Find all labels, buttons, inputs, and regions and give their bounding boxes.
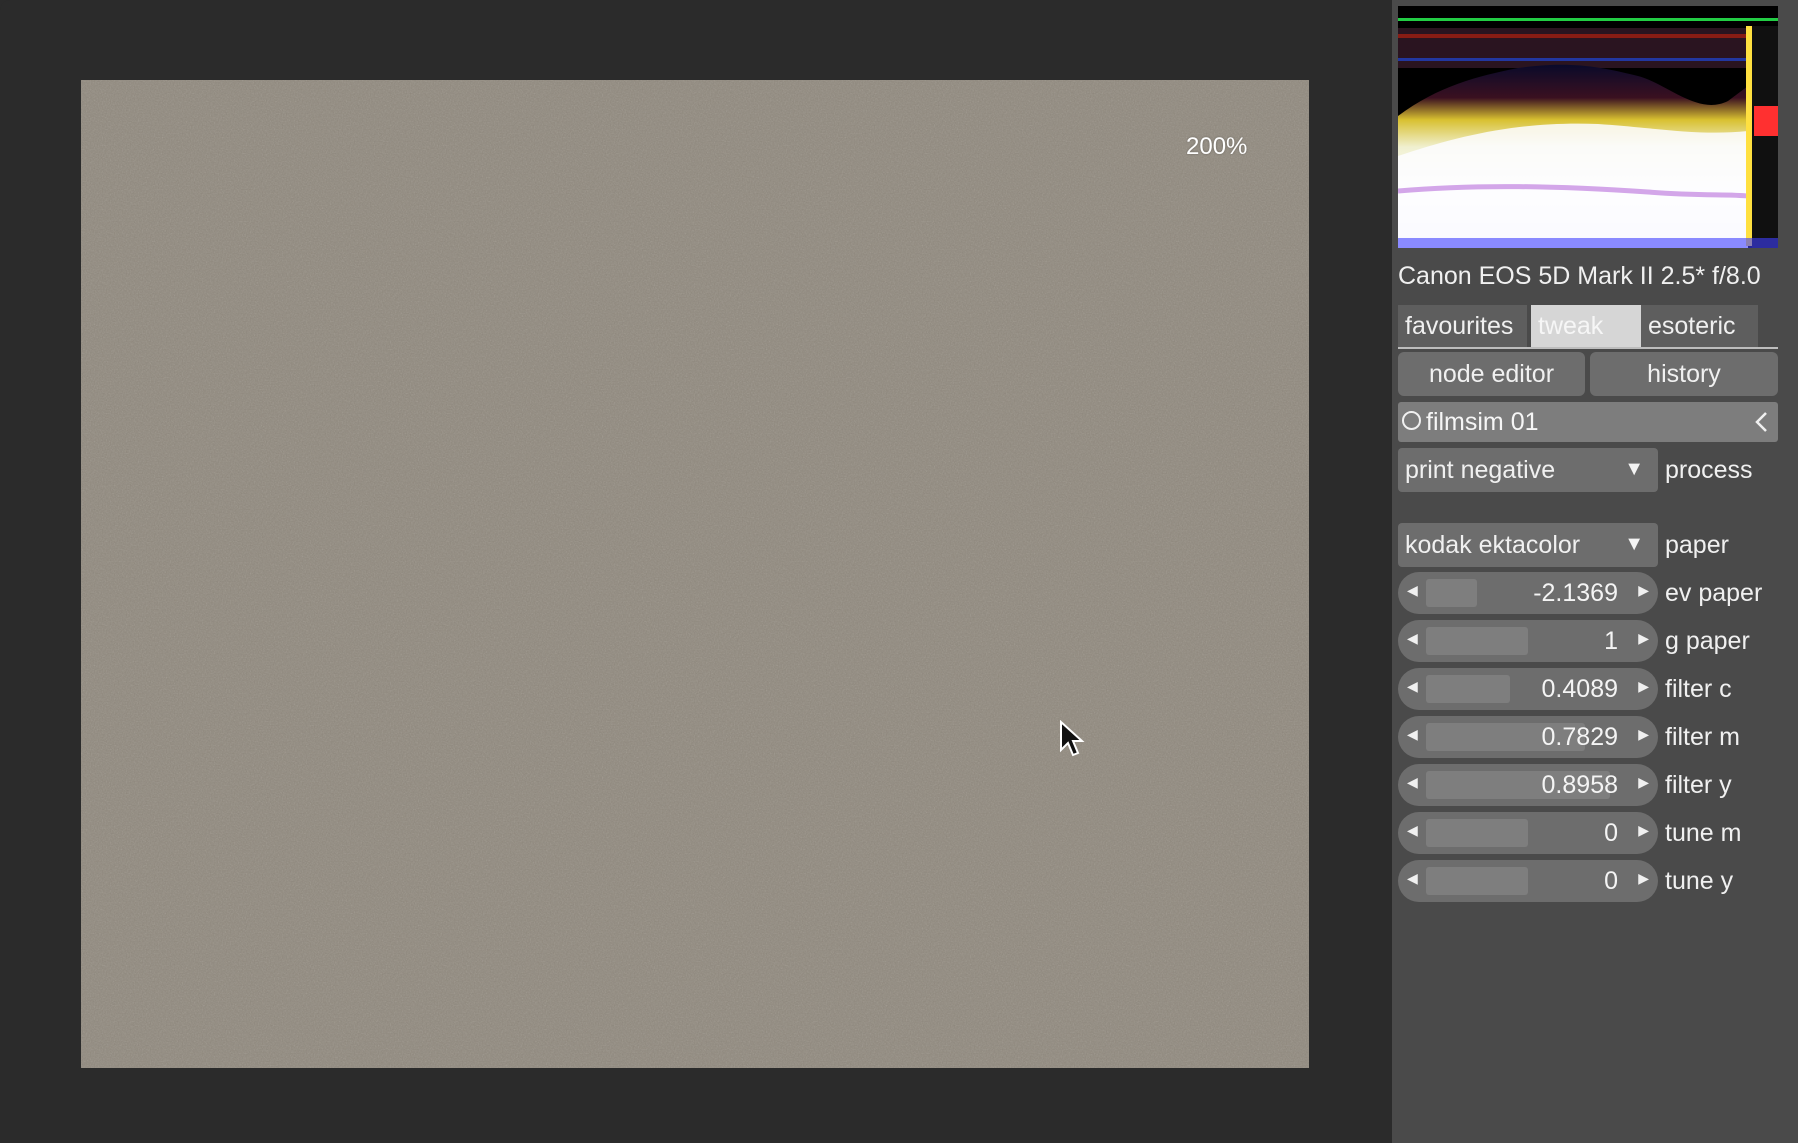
slider-value: 0 [1604, 819, 1618, 847]
module-header[interactable]: filmsim 01 [1398, 402, 1778, 442]
slider-value: -2.1369 [1533, 579, 1618, 607]
slider-arrow-right-icon[interactable]: ▶ [1638, 678, 1649, 695]
slider-fill [1426, 819, 1528, 847]
slider-value: 1 [1604, 627, 1618, 655]
slider-arrow-right-icon[interactable]: ▶ [1638, 630, 1649, 647]
slider-arrow-right-icon[interactable]: ▶ [1638, 774, 1649, 791]
slider-arrow-right-icon[interactable]: ▶ [1638, 870, 1649, 887]
slider-arrow-right-icon[interactable]: ▶ [1638, 726, 1649, 743]
slider-fill [1426, 675, 1510, 703]
slider-arrow-right-icon[interactable]: ▶ [1638, 582, 1649, 599]
slider-arrow-left-icon[interactable]: ◀ [1407, 582, 1418, 599]
process-label: process [1665, 456, 1753, 484]
slider-fill [1426, 579, 1477, 607]
slider-fill [1426, 627, 1528, 655]
slider-value: 0.8958 [1541, 771, 1618, 799]
zoom-level: 200% [1186, 133, 1248, 160]
slider-filter-y[interactable]: ◀ 0.8958 ▶ [1398, 764, 1658, 806]
slider-filter-m[interactable]: ◀ 0.7829 ▶ [1398, 716, 1658, 758]
module-title: filmsim 01 [1426, 408, 1539, 436]
slider-arrow-left-icon[interactable]: ◀ [1407, 870, 1418, 887]
param-label-filter-c: filter c [1665, 675, 1732, 703]
process-value: print negative [1405, 456, 1556, 484]
param-label-filter-y: filter y [1665, 771, 1732, 799]
photo-grain [81, 80, 1309, 1068]
node-editor-button[interactable]: node editor [1398, 352, 1585, 396]
dropdown-arrow-icon: ▼ [1624, 458, 1644, 480]
paper-value: kodak ektacolor [1405, 531, 1581, 559]
slider-filter-c[interactable]: ◀ 0.4089 ▶ [1398, 668, 1658, 710]
param-label-tune-y: tune y [1665, 867, 1734, 895]
camera-info: Canon EOS 5D Mark II 2.5* f/8.0 [1398, 262, 1761, 290]
slider-ev-paper[interactable]: ◀ -2.1369 ▶ [1398, 572, 1658, 614]
paper-label: paper [1665, 531, 1729, 559]
module-enable-icon[interactable] [1402, 411, 1421, 430]
slider-arrow-right-icon[interactable]: ▶ [1638, 822, 1649, 839]
slider-arrow-left-icon[interactable]: ◀ [1407, 630, 1418, 647]
slider-g-paper[interactable]: ◀ 1 ▶ [1398, 620, 1658, 662]
param-label-g-paper: g paper [1665, 627, 1750, 655]
photo-canvas[interactable] [81, 80, 1309, 1068]
param-label-tune-m: tune m [1665, 819, 1742, 847]
slider-tune-y[interactable]: ◀ 0 ▶ [1398, 860, 1658, 902]
param-label-filter-m: filter m [1665, 723, 1740, 751]
tab-favourites[interactable]: favourites [1398, 305, 1527, 347]
slider-value: 0.7829 [1541, 723, 1618, 751]
slider-tune-m[interactable]: ◀ 0 ▶ [1398, 812, 1658, 854]
slider-value: 0 [1604, 867, 1618, 895]
slider-arrow-left-icon[interactable]: ◀ [1407, 774, 1418, 791]
slider-value: 0.4089 [1541, 675, 1618, 703]
process-dropdown[interactable]: print negative ▼ [1398, 448, 1658, 492]
tab-bar: favourites tweak all esoteric [1398, 305, 1778, 382]
slider-arrow-left-icon[interactable]: ◀ [1407, 822, 1418, 839]
tab-esoteric[interactable]: esoteric [1641, 305, 1758, 347]
image-viewer[interactable]: 200% [0, 0, 1392, 1143]
dropdown-arrow-icon: ▼ [1624, 533, 1644, 555]
cursor-icon [1060, 720, 1085, 757]
waveform-histogram [1398, 6, 1778, 248]
slider-fill [1426, 867, 1528, 895]
tab-tweak-all[interactable]: tweak all [1531, 305, 1641, 382]
paper-dropdown[interactable]: kodak ektacolor ▼ [1398, 523, 1658, 567]
slider-arrow-left-icon[interactable]: ◀ [1407, 678, 1418, 695]
slider-arrow-left-icon[interactable]: ◀ [1407, 726, 1418, 743]
chevron-left-icon[interactable] [1752, 411, 1772, 433]
param-label-ev-paper: ev paper [1665, 579, 1763, 607]
history-button[interactable]: history [1590, 352, 1778, 396]
